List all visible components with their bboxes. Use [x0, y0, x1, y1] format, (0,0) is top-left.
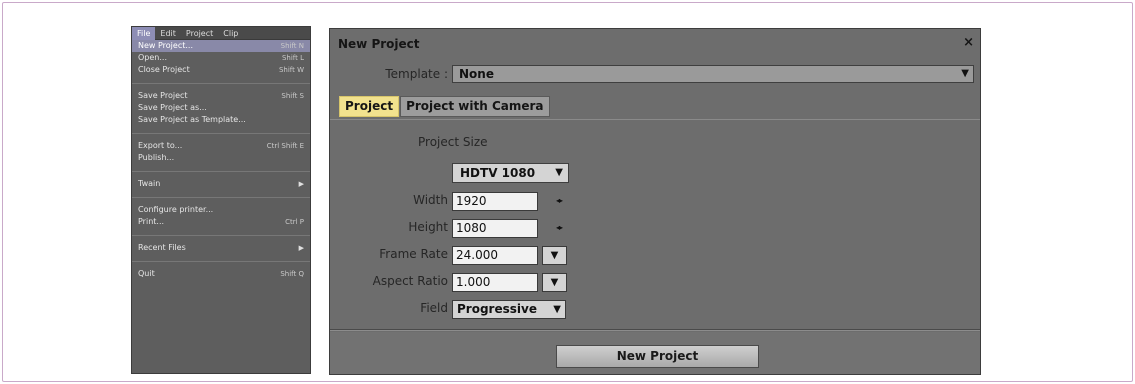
width-spin-arrows-icon[interactable]: ◂▸ [556, 196, 563, 205]
menu-separator [132, 235, 310, 236]
width-label: Width [413, 193, 448, 207]
aspect-ratio-input[interactable]: 1.000 [452, 273, 538, 292]
height-input[interactable]: 1080 [452, 219, 538, 238]
menu-item-label: Save Project as Template... [138, 115, 246, 124]
menu-item-label: Print... [138, 217, 165, 226]
template-select[interactable]: None ▼ [452, 65, 974, 83]
field-label: Field [420, 301, 448, 315]
panel-divider [330, 119, 980, 120]
menu-clip[interactable]: Clip [218, 27, 243, 40]
menu-item-open[interactable]: Open... Shift L [132, 52, 310, 64]
template-value: None [459, 67, 494, 81]
menu-item-close-project[interactable]: Close Project Shift W [132, 64, 310, 76]
menu-item-print[interactable]: Print... Ctrl P [132, 216, 310, 228]
file-menu: File Edit Project Clip New Project... Sh… [131, 26, 311, 374]
chevron-down-icon: ▼ [553, 304, 561, 315]
menu-item-shortcut: Shift L [281, 54, 304, 62]
frame-rate-label: Frame Rate [379, 247, 448, 261]
tab-project-with-camera[interactable]: Project with Camera [400, 96, 550, 117]
menu-item-label: Open... [138, 53, 167, 62]
menu-item-label: Export to... [138, 141, 183, 150]
menu-item-save-project[interactable]: Save Project Shift S [132, 90, 310, 102]
menu-item-configure-printer[interactable]: Configure printer... [132, 204, 310, 216]
menu-item-quit[interactable]: Quit Shift Q [132, 268, 310, 280]
chevron-down-icon: ▼ [550, 250, 559, 261]
submenu-arrow-icon: ▶ [298, 244, 304, 252]
project-size-label: Project Size [418, 135, 488, 149]
menu-item-label: Close Project [138, 65, 190, 74]
width-input[interactable]: 1920 [452, 192, 538, 211]
menu-item-label: Publish... [138, 153, 175, 162]
menu-item-save-as-template[interactable]: Save Project as Template... [132, 114, 310, 126]
height-spin-arrows-icon[interactable]: ◂▸ [556, 223, 563, 232]
tab-project[interactable]: Project [339, 96, 400, 117]
menu-item-shortcut: Shift Q [280, 270, 304, 278]
menu-item-shortcut: Shift N [280, 42, 304, 50]
project-size-select[interactable]: HDTV 1080 ▼ [452, 163, 569, 183]
menu-item-shortcut: Ctrl Shift E [266, 142, 304, 150]
new-project-button[interactable]: New Project [556, 345, 759, 368]
menu-item-shortcut: Shift S [281, 92, 304, 100]
submenu-arrow-icon: ▶ [298, 180, 304, 188]
menu-separator [132, 197, 310, 198]
menu-item-shortcut: Ctrl P [285, 218, 304, 226]
template-label: Template : [385, 67, 448, 81]
tab-bar: Project Project with Camera [339, 96, 551, 117]
menu-item-label: Quit [138, 269, 155, 278]
menu-project[interactable]: Project [181, 27, 218, 40]
menu-edit[interactable]: Edit [155, 27, 181, 40]
menu-item-export-to[interactable]: Export to... Ctrl Shift E [132, 140, 310, 152]
menu-item-twain[interactable]: Twain ▶ [132, 178, 310, 190]
chevron-down-icon: ▼ [550, 277, 559, 288]
menu-separator [132, 261, 310, 262]
menu-item-label: Save Project as... [138, 103, 207, 112]
menu-item-new-project[interactable]: New Project... Shift N [132, 40, 310, 52]
menu-item-label: New Project... [138, 41, 193, 50]
dialog-footer: New Project [330, 332, 980, 374]
menu-item-label: Save Project [138, 91, 188, 100]
menubar: File Edit Project Clip [132, 26, 310, 40]
menu-item-label: Twain [138, 179, 161, 188]
frame-rate-dropdown-button[interactable]: ▼ [542, 246, 567, 265]
menu-item-shortcut: Shift W [278, 66, 304, 74]
menu-item-save-project-as[interactable]: Save Project as... [132, 102, 310, 114]
height-label: Height [408, 220, 448, 234]
menu-separator [132, 83, 310, 84]
aspect-ratio-dropdown-button[interactable]: ▼ [542, 273, 567, 292]
field-select[interactable]: Progressive ▼ [452, 300, 566, 319]
dialog-title: New Project [338, 37, 420, 51]
menu-separator [132, 171, 310, 172]
menu-separator [132, 133, 310, 134]
menu-item-label: Recent Files [138, 243, 186, 252]
field-value: Progressive [457, 302, 537, 316]
menu-item-publish[interactable]: Publish... [132, 152, 310, 164]
close-icon[interactable]: × [963, 36, 974, 49]
new-project-dialog: New Project × Template : None ▼ Project … [329, 28, 981, 375]
aspect-ratio-label: Aspect Ratio [372, 274, 448, 288]
project-size-value: HDTV 1080 [460, 166, 536, 180]
menu-item-label: Configure printer... [138, 205, 214, 214]
chevron-down-icon: ▼ [555, 167, 563, 178]
frame-rate-input[interactable]: 24.000 [452, 246, 538, 265]
chevron-down-icon: ▼ [961, 68, 969, 79]
panel-divider [330, 329, 980, 331]
menu-item-recent-files[interactable]: Recent Files ▶ [132, 242, 310, 254]
menu-file[interactable]: File [132, 26, 156, 40]
